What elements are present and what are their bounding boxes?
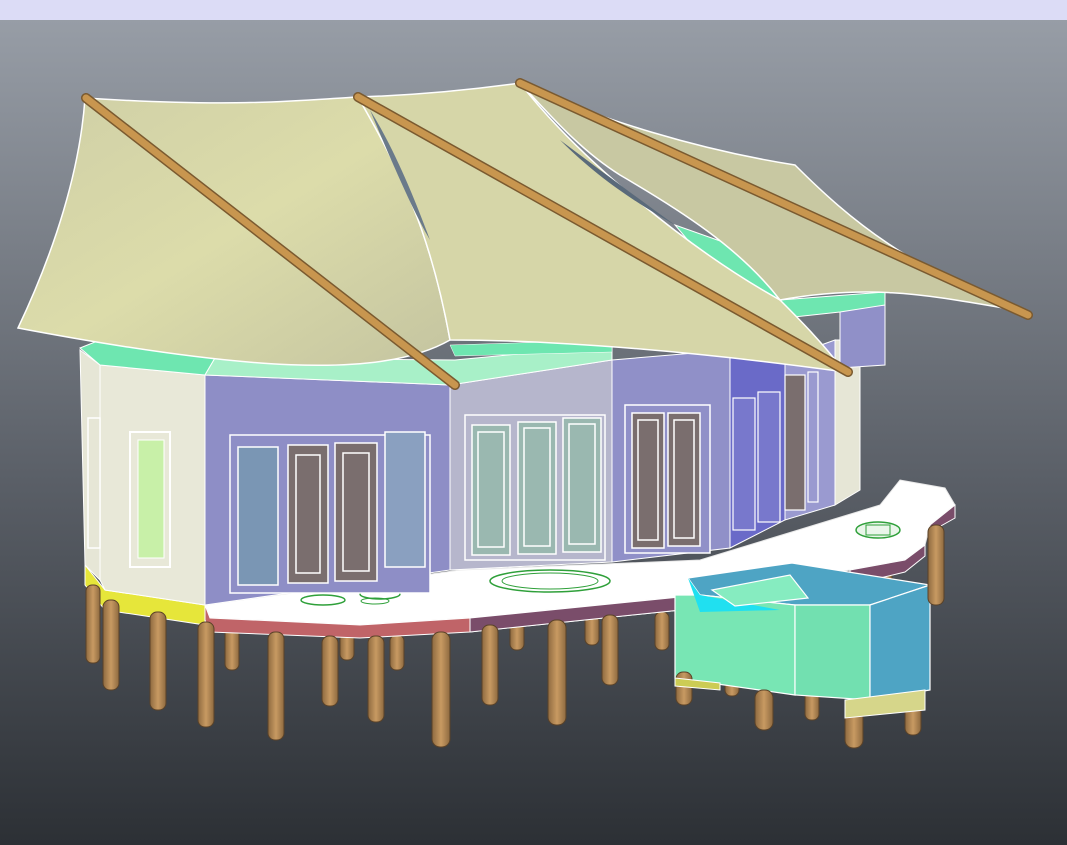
deck-pattern-table [855,521,901,539]
plunge-pool [674,562,931,701]
model-viewport[interactable] [0,20,1067,845]
door-group-2 [464,414,606,561]
model-render [0,20,1067,845]
title-bar [0,0,1067,20]
door-group-3 [624,404,711,554]
door-group-1 [229,431,431,594]
